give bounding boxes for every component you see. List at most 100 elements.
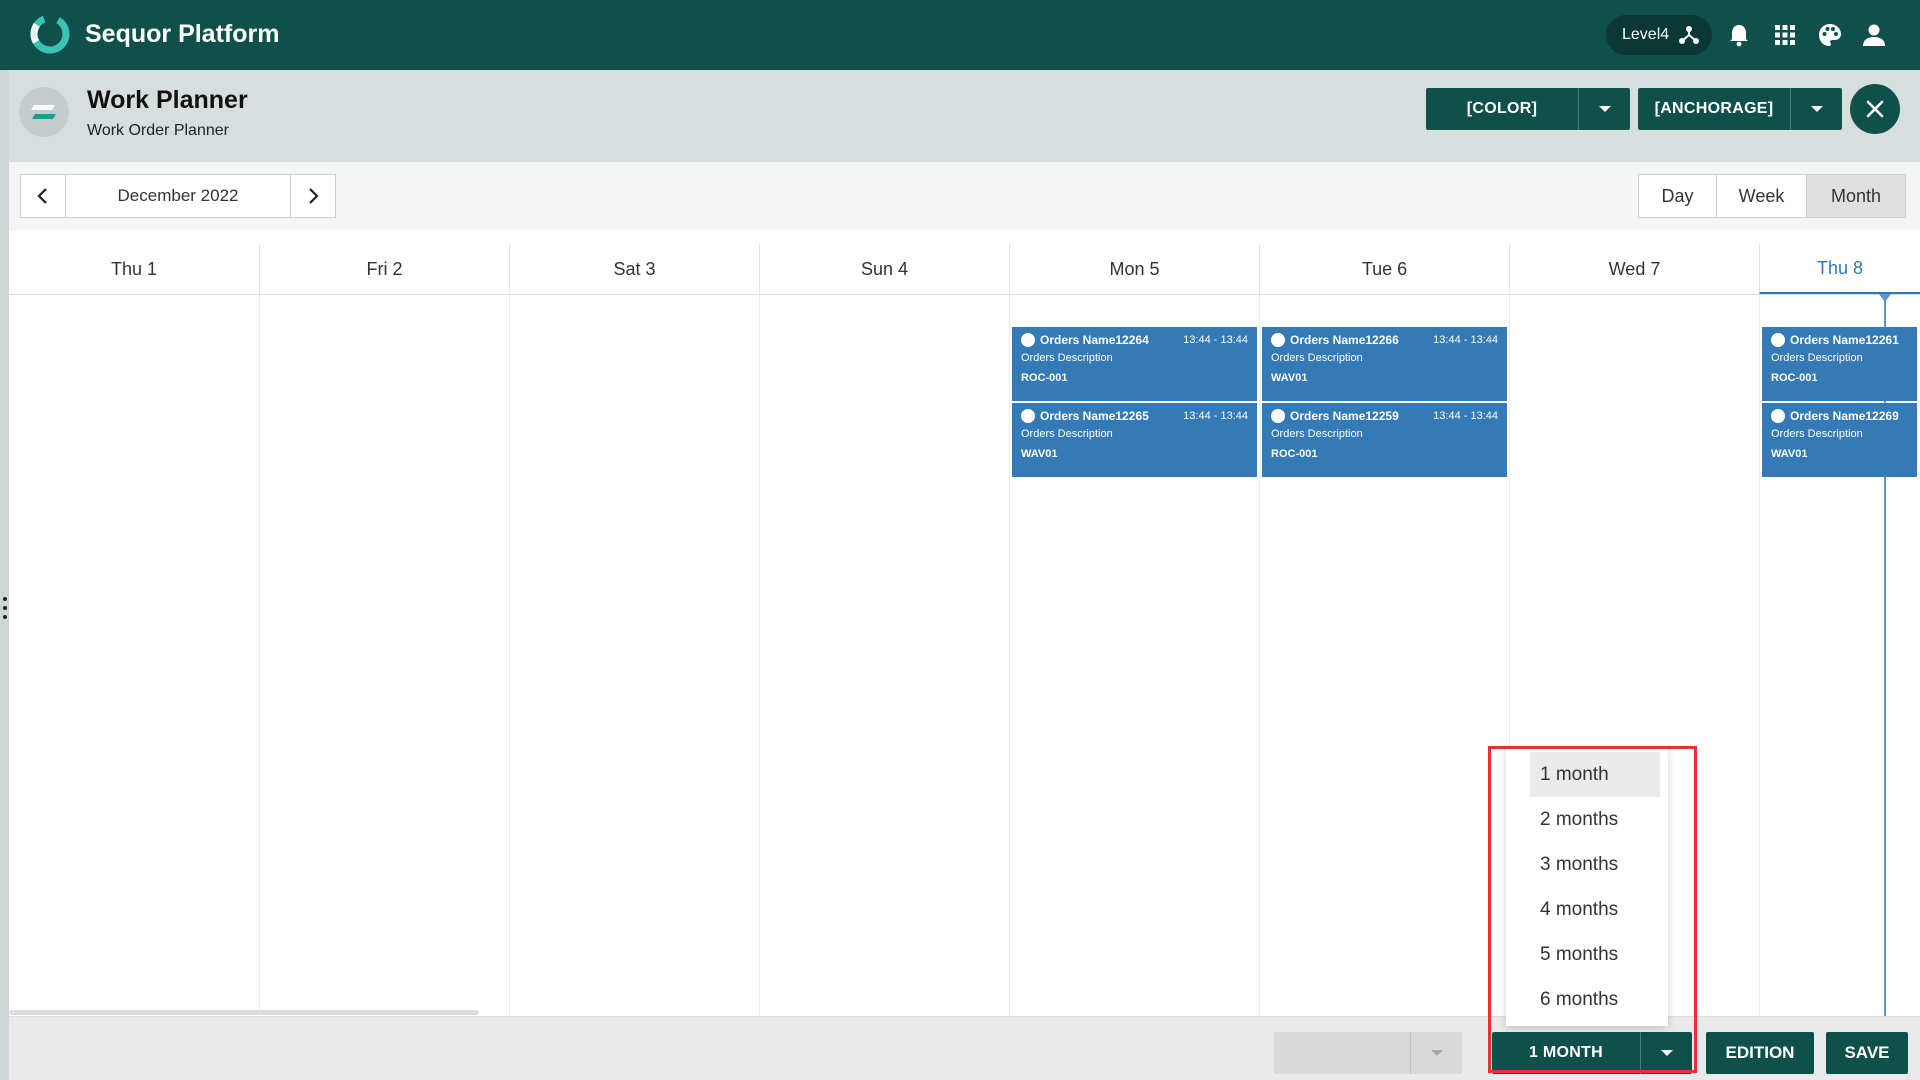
anchorage-split-button[interactable]: [ANCHORAGE]: [1638, 88, 1842, 130]
day-header[interactable]: Thu 8: [1759, 244, 1920, 294]
chevron-down-icon: [1430, 1050, 1443, 1056]
anchorage-button-label[interactable]: [ANCHORAGE]: [1638, 100, 1790, 118]
event-header: Orders Name12261: [1771, 332, 1908, 348]
range-option[interactable]: 3 months: [1506, 842, 1668, 887]
header-divider: [9, 294, 1920, 295]
event-resource: WAV01: [1271, 372, 1308, 384]
anchorage-dropdown-toggle[interactable]: [1790, 88, 1842, 130]
event-description: Orders Description: [1021, 428, 1113, 440]
day-header[interactable]: Wed 7: [1509, 244, 1759, 294]
save-button[interactable]: SAVE: [1826, 1032, 1908, 1074]
day-header[interactable]: Thu 1: [9, 244, 259, 294]
disabled-dropdown-toggle: [1410, 1032, 1462, 1074]
day-header[interactable]: Sat 3: [509, 244, 759, 294]
order-event-card[interactable]: Orders Name12269 Orders Description WAV01: [1762, 403, 1917, 477]
event-name: Orders Name12261: [1790, 333, 1899, 347]
event-resource: ROC-001: [1271, 448, 1318, 460]
close-icon: [1866, 100, 1884, 118]
order-event-card[interactable]: Orders Name12266 13:44 - 13:44 Orders Desc…: [1262, 327, 1507, 401]
range-option[interactable]: 2 months: [1506, 797, 1668, 842]
event-name: Orders Name12265: [1040, 409, 1149, 423]
view-week-button[interactable]: Week: [1716, 175, 1806, 217]
event-resource: ROC-001: [1021, 372, 1068, 384]
day-header[interactable]: Sun 4: [759, 244, 1009, 294]
side-panel-handle-icon[interactable]: [2, 597, 8, 619]
next-period-button[interactable]: [290, 175, 335, 217]
left-edge-strip: [0, 70, 9, 1080]
event-resource: WAV01: [1771, 448, 1808, 460]
event-name: Orders Name12269: [1790, 409, 1899, 423]
chevron-left-icon: [37, 188, 47, 204]
event-description: Orders Description: [1271, 428, 1363, 440]
range-option[interactable]: 1 month: [1530, 752, 1660, 797]
palette-icon[interactable]: [1817, 22, 1843, 48]
range-split-button[interactable]: 1 MONTH: [1492, 1032, 1692, 1074]
range-option[interactable]: 5 months: [1506, 932, 1668, 977]
day-column-divider: [759, 295, 760, 1016]
apps-grid-icon[interactable]: [1772, 22, 1798, 48]
range-dropdown-toggle[interactable]: [1640, 1032, 1692, 1074]
brand-name: Sequor Platform: [85, 20, 280, 48]
prev-period-button[interactable]: [21, 175, 66, 217]
event-description: Orders Description: [1271, 352, 1363, 364]
day-header[interactable]: Tue 6: [1259, 244, 1509, 294]
view-month-button[interactable]: Month: [1806, 175, 1905, 217]
disabled-split-button: [1274, 1032, 1462, 1074]
event-description: Orders Description: [1021, 352, 1113, 364]
page-subtitle: Work Order Planner: [87, 122, 229, 139]
close-button[interactable]: [1850, 84, 1900, 134]
event-status-icon: [1021, 409, 1035, 423]
event-status-icon: [1021, 333, 1035, 347]
day-column-divider: [1009, 295, 1010, 1016]
order-event-card[interactable]: Orders Name12265 13:44 - 13:44 Orders Desc…: [1012, 403, 1257, 477]
event-time: 13:44 - 13:44: [1433, 334, 1498, 346]
sequor-logo-icon: [30, 14, 70, 54]
chevron-down-icon: [1660, 1050, 1673, 1056]
edition-button[interactable]: EDITION: [1706, 1032, 1814, 1074]
chevron-down-icon: [1810, 106, 1823, 112]
top-bar: Sequor Platform Level4: [0, 0, 1920, 70]
app-avatar: [19, 87, 69, 137]
event-resource: ROC-001: [1771, 372, 1818, 384]
event-name: Orders Name12266: [1290, 333, 1399, 347]
date-navigator: December 2022: [20, 174, 336, 218]
event-status-icon: [1271, 409, 1285, 423]
day-column-divider: [1759, 295, 1760, 1016]
event-header: Orders Name12269: [1771, 408, 1908, 424]
event-name: Orders Name12259: [1290, 409, 1399, 423]
event-name: Orders Name12264: [1040, 333, 1149, 347]
level-selector[interactable]: Level4: [1606, 15, 1712, 55]
event-status-icon: [1771, 333, 1785, 347]
chevron-down-icon: [1598, 106, 1611, 112]
range-option[interactable]: 6 months: [1506, 977, 1668, 1022]
day-header[interactable]: Mon 5: [1009, 244, 1259, 294]
range-dropdown-menu: 1 month 2 months 3 months 4 months 5 months 6…: [1506, 746, 1668, 1026]
color-split-button[interactable]: [COLOR]: [1426, 88, 1630, 130]
event-time: 13:44 - 13:44: [1433, 410, 1498, 422]
level-label: Level4: [1622, 26, 1670, 43]
day-column-divider: [259, 295, 260, 1016]
chevron-right-icon: [309, 188, 319, 204]
current-period-label[interactable]: December 2022: [66, 175, 290, 217]
horizontal-scrollbar[interactable]: [9, 1010, 479, 1015]
event-time: 13:44 - 13:44: [1183, 410, 1248, 422]
user-icon[interactable]: [1861, 22, 1887, 48]
event-time: 13:44 - 13:44: [1183, 334, 1248, 346]
view-switcher: Day Week Month: [1638, 174, 1906, 218]
bell-icon[interactable]: [1726, 22, 1752, 48]
event-description: Orders Description: [1771, 428, 1863, 440]
page-header: [9, 70, 1920, 162]
planner-logo-icon: [31, 105, 56, 119]
event-header: Orders Name12264 13:44 - 13:44: [1021, 332, 1248, 348]
day-header[interactable]: Fri 2: [259, 244, 509, 294]
range-button-label[interactable]: 1 MONTH: [1492, 1044, 1640, 1062]
order-event-card[interactable]: Orders Name12261 Orders Description ROC-00…: [1762, 327, 1917, 401]
page-title: Work Planner: [87, 86, 248, 114]
view-day-button[interactable]: Day: [1639, 175, 1716, 217]
order-event-card[interactable]: Orders Name12264 13:44 - 13:44 Orders Desc…: [1012, 327, 1257, 401]
color-button-label[interactable]: [COLOR]: [1426, 100, 1578, 118]
event-status-icon: [1771, 409, 1785, 423]
order-event-card[interactable]: Orders Name12259 13:44 - 13:44 Orders Desc…: [1262, 403, 1507, 477]
color-dropdown-toggle[interactable]: [1578, 88, 1630, 130]
range-option[interactable]: 4 months: [1506, 887, 1668, 932]
